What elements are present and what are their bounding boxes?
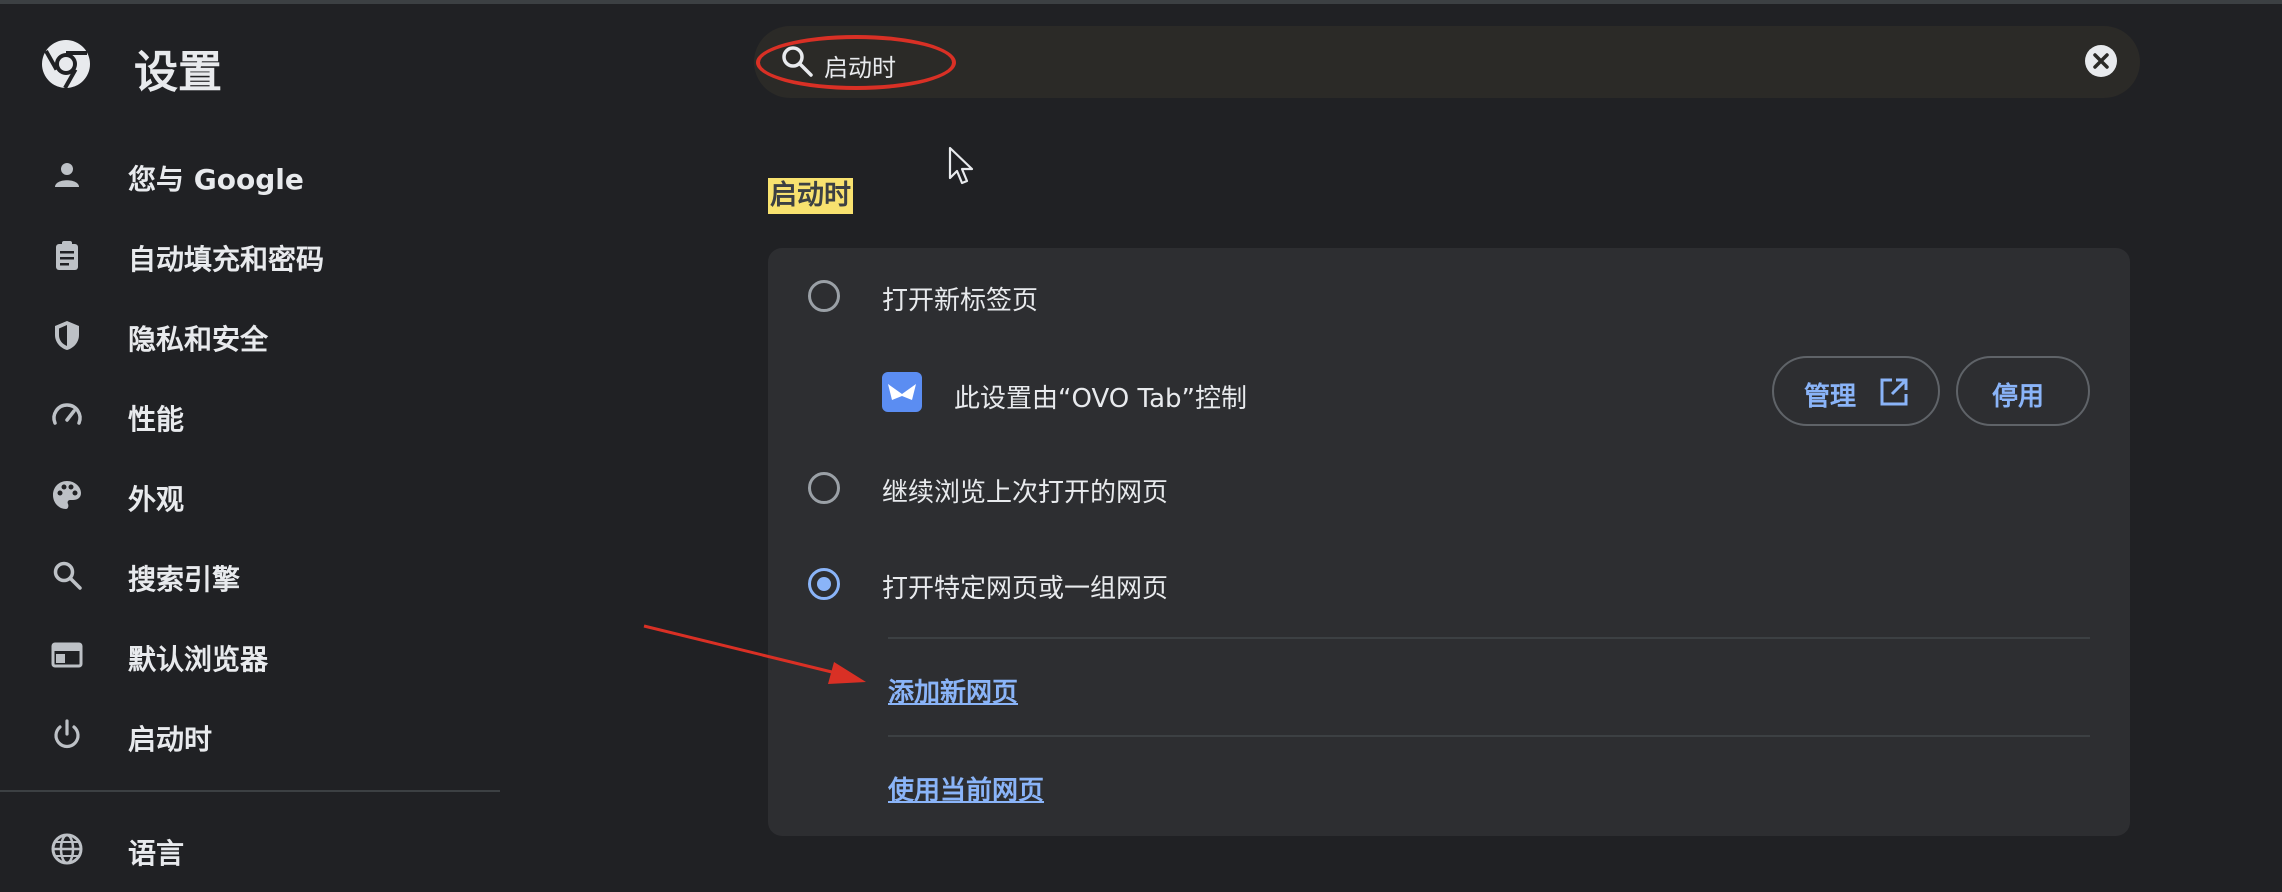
sidebar-item-label: 启动时 [128, 723, 213, 756]
disable-extension-button[interactable]: 停用 [1956, 356, 2090, 426]
manage-button-label: 管理 [1804, 382, 1857, 412]
use-current-pages-link[interactable]: 使用当前网页 [888, 770, 1044, 807]
chrome-logo-icon [42, 40, 90, 89]
sidebar-item-autofill[interactable]: 自动填充和密码 [0, 222, 500, 286]
option-label[interactable]: 打开新标签页 [882, 280, 1038, 317]
globe-icon [51, 833, 83, 865]
search-icon [53, 561, 82, 590]
sidebar-item-label: 隐私和安全 [128, 323, 269, 356]
sidebar-item-on-startup[interactable]: 启动时 [0, 702, 500, 766]
person-icon [55, 163, 79, 187]
browser-window-icon [51, 642, 83, 668]
shield-icon [55, 321, 79, 350]
ovo-tab-extension-icon [882, 372, 922, 412]
sidebar-item-label: 外观 [128, 483, 185, 516]
sidebar-item-label: 搜索引擎 [128, 563, 241, 596]
extension-control-notice: 此设置由“OVO Tab”控制 [954, 384, 1248, 414]
open-in-new-icon [1880, 378, 1908, 406]
annotation-arrow-icon [643, 624, 866, 684]
settings-search-input[interactable] [754, 26, 2140, 98]
sidebar-item-languages[interactable]: 语言 [0, 816, 500, 880]
radio-new-tab[interactable] [808, 280, 840, 312]
card-divider [888, 735, 2090, 737]
page-title: 设置 [134, 47, 222, 98]
card-divider [888, 637, 2090, 639]
sidebar-item-label: 您与 Google [128, 163, 304, 196]
sidebar-item-appearance[interactable]: 外观 [0, 462, 500, 526]
clipboard-icon [56, 241, 78, 270]
option-label[interactable]: 继续浏览上次打开的网页 [882, 472, 1168, 509]
option-label[interactable]: 打开特定网页或一组网页 [882, 568, 1168, 605]
power-icon [54, 719, 80, 749]
sidebar-item-label: 语言 [128, 837, 185, 870]
sidebar-item-search-engine[interactable]: 搜索引擎 [0, 542, 500, 606]
sidebar-item-label: 性能 [128, 403, 185, 436]
annotation-ellipse [756, 35, 956, 90]
clear-search-icon[interactable] [2084, 44, 2118, 78]
radio-continue-where-left-off[interactable] [808, 472, 840, 504]
sidebar-item-you-and-google[interactable]: 您与 Google [0, 142, 500, 206]
sidebar-divider [0, 790, 500, 792]
sidebar-item-performance[interactable]: 性能 [0, 382, 500, 446]
add-new-page-link[interactable]: 添加新网页 [888, 672, 1018, 709]
sidebar-item-privacy[interactable]: 隐私和安全 [0, 302, 500, 366]
manage-extension-button[interactable]: 管理 [1772, 356, 1940, 426]
window-top-border [0, 0, 2282, 4]
mouse-cursor-icon [948, 146, 974, 185]
disable-button-label: 停用 [1992, 382, 2045, 412]
speedometer-icon [52, 403, 82, 425]
palette-icon [53, 481, 81, 509]
sidebar-item-label: 自动填充和密码 [128, 243, 325, 276]
startup-options-card [768, 248, 2130, 836]
sidebar-item-default-browser[interactable]: 默认浏览器 [0, 622, 500, 686]
radio-open-specific-pages[interactable] [808, 568, 840, 600]
sidebar-item-label: 默认浏览器 [128, 643, 269, 676]
section-heading: 启动时 [768, 178, 853, 214]
